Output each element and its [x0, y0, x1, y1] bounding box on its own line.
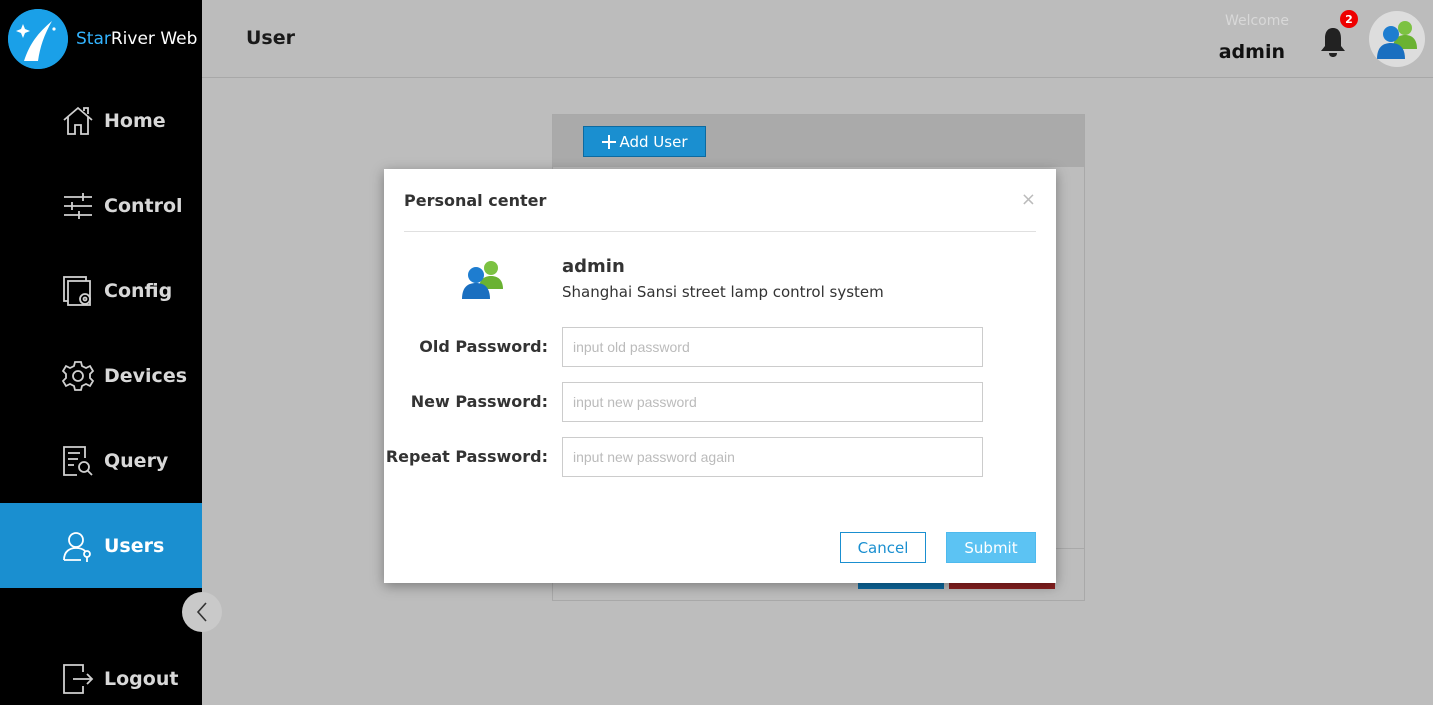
- add-user-label: Add User: [619, 132, 688, 151]
- new-password-field[interactable]: [562, 382, 983, 422]
- repeat-password-row: Repeat Password:: [384, 437, 1056, 477]
- brand-name-part2: River Web: [110, 29, 198, 49]
- brand-name: StarRiver Web: [76, 29, 197, 49]
- avatar[interactable]: [1369, 11, 1425, 67]
- home-icon: [60, 103, 96, 139]
- sidebar-item-devices[interactable]: Devices: [0, 333, 202, 418]
- close-icon[interactable]: ×: [1021, 189, 1036, 210]
- page-title: User: [246, 27, 295, 49]
- brand[interactable]: StarRiver Web: [0, 0, 202, 78]
- users-avatar-icon: [1377, 21, 1417, 59]
- sidebar-item-label: Users: [104, 534, 165, 557]
- profile-description: Shanghai Sansi street lamp control syste…: [562, 283, 884, 301]
- logout-icon: [60, 661, 96, 697]
- modal-divider: [404, 231, 1036, 232]
- gear-icon: [60, 358, 96, 394]
- cancel-button[interactable]: Cancel: [840, 532, 926, 563]
- plus-icon: [601, 134, 616, 149]
- new-password-label: New Password:: [410, 392, 548, 411]
- add-user-button[interactable]: Add User: [583, 126, 706, 157]
- repeat-password-field[interactable]: [562, 437, 983, 477]
- header-username: admin: [1218, 41, 1285, 63]
- chevron-left-icon: [196, 602, 207, 622]
- logo: [8, 9, 68, 69]
- sliders-icon: [60, 188, 96, 224]
- personal-center-modal: Personal center × admin Shanghai Sansi s…: [384, 169, 1056, 583]
- old-password-field[interactable]: [562, 327, 983, 367]
- submit-button[interactable]: Submit: [946, 532, 1036, 563]
- new-password-row: New Password:: [384, 382, 1056, 422]
- bell-icon[interactable]: [1318, 25, 1348, 59]
- logout-button[interactable]: Logout: [0, 636, 202, 705]
- old-password-row: Old Password:: [384, 327, 1056, 367]
- nav-menu: Home Control Config Devices Query Users: [0, 78, 202, 588]
- repeat-password-label: Repeat Password:: [385, 447, 548, 466]
- modal-title: Personal center: [404, 191, 547, 210]
- sidebar-item-label: Devices: [104, 364, 188, 387]
- query-icon: [60, 443, 96, 479]
- sidebar-item-home[interactable]: Home: [0, 78, 202, 163]
- sidebar: StarRiver Web Home Control Config Device…: [0, 0, 202, 705]
- sidebar-item-label: Config: [104, 279, 173, 302]
- brand-name-part1: Star: [76, 29, 111, 49]
- logout-label: Logout: [104, 667, 179, 690]
- old-password-label: Old Password:: [419, 337, 548, 356]
- sidebar-item-query[interactable]: Query: [0, 418, 202, 503]
- user-icon: [60, 528, 96, 564]
- welcome-text: Welcome: [1224, 13, 1289, 29]
- sidebar-item-label: Query: [104, 449, 169, 472]
- sidebar-item-users[interactable]: Users: [0, 503, 202, 588]
- header: User Welcome admin 2: [202, 0, 1433, 78]
- notification-badge: 2: [1340, 10, 1358, 28]
- sidebar-item-config[interactable]: Config: [0, 248, 202, 333]
- profile-name: admin: [562, 256, 625, 277]
- sidebar-item-control[interactable]: Control: [0, 163, 202, 248]
- sidebar-item-label: Control: [104, 194, 183, 217]
- config-icon: [60, 273, 96, 309]
- users-profile-icon: [458, 255, 508, 305]
- sidebar-collapse-button[interactable]: [182, 592, 222, 632]
- sidebar-item-label: Home: [104, 109, 166, 132]
